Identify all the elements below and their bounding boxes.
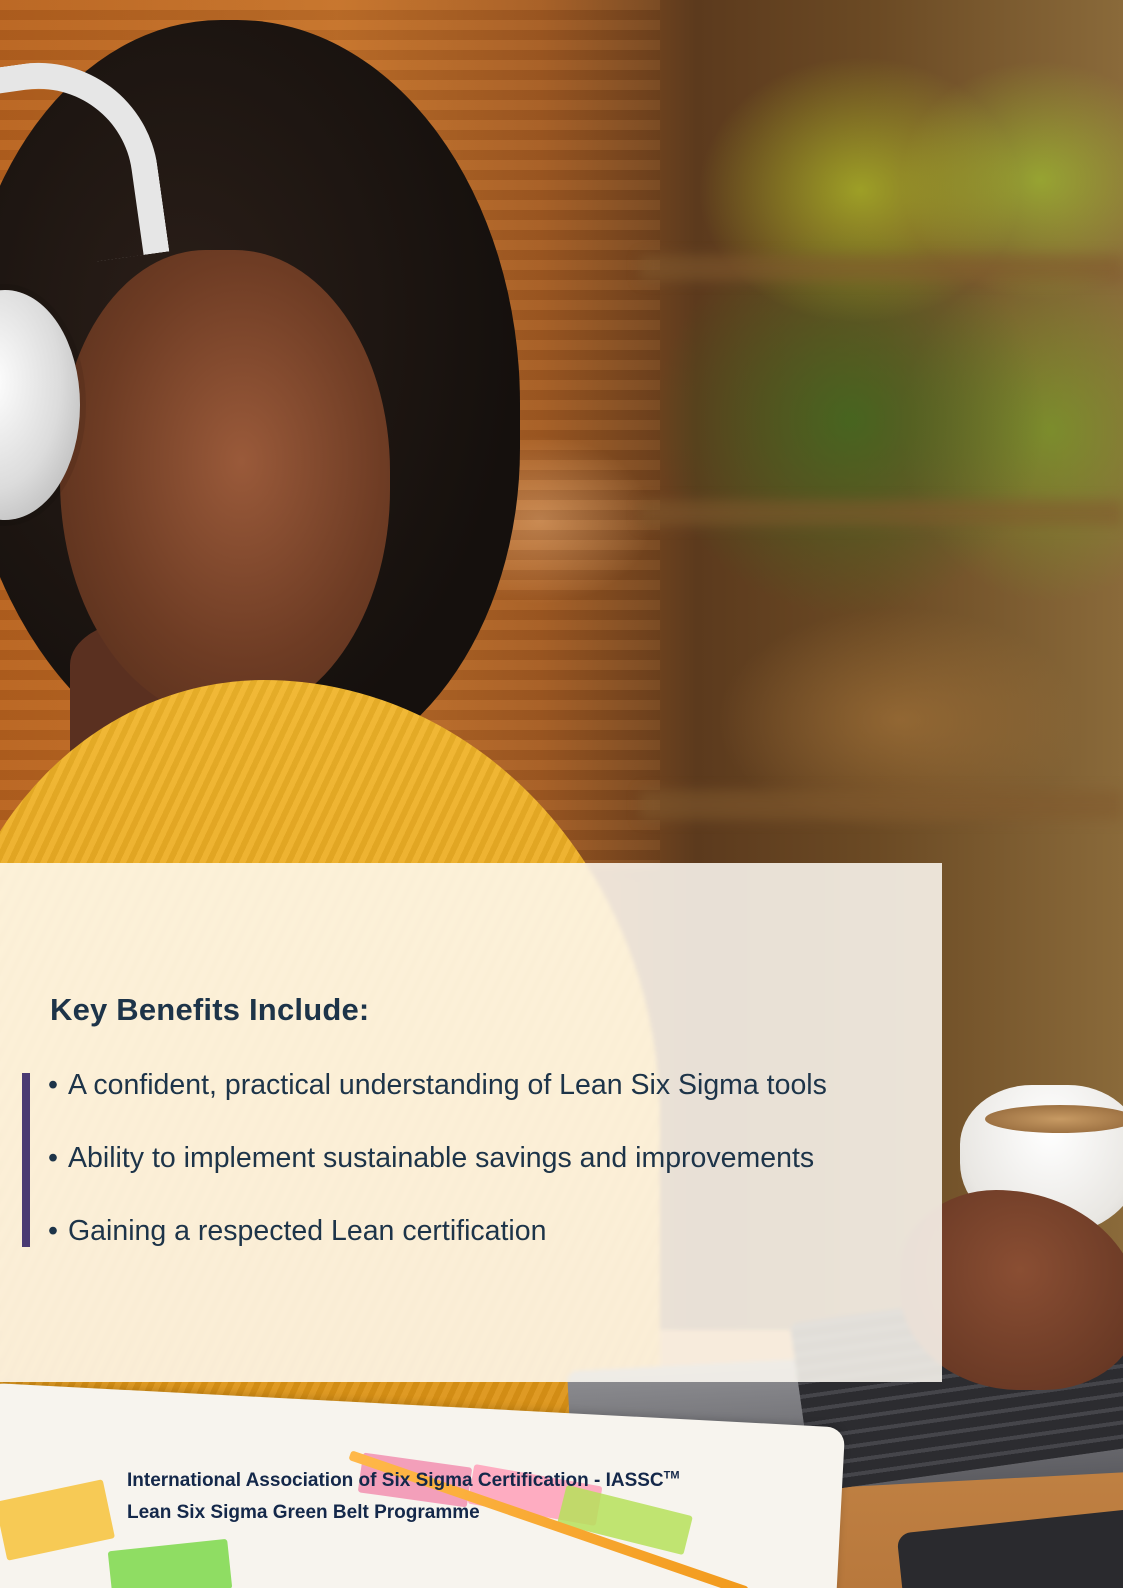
- footer-organization: International Association of Six Sigma C…: [127, 1465, 680, 1497]
- benefits-list: • A confident, practical understanding of…: [48, 1064, 827, 1283]
- coffee: [985, 1105, 1123, 1133]
- benefit-text: Gaining a respected Lean certification: [68, 1215, 547, 1247]
- panel-title: Key Benefits Include:: [50, 992, 370, 1027]
- list-item: • Gaining a respected Lean certification: [48, 1210, 827, 1283]
- list-item: • A confident, practical understanding of…: [48, 1064, 827, 1137]
- accent-bar: [22, 1073, 30, 1247]
- benefit-text: A confident, practical understanding of …: [68, 1069, 827, 1101]
- shelf: [640, 790, 1123, 820]
- organization-name: International Association of Six Sigma C…: [127, 1470, 664, 1491]
- bullet: •: [48, 1069, 58, 1101]
- trademark-mark: TM: [663, 1469, 680, 1482]
- shelf: [640, 500, 1123, 526]
- shelf: [640, 255, 1123, 281]
- list-item: • Ability to implement sustainable saving…: [48, 1137, 827, 1210]
- benefit-text: Ability to implement sustainable savings…: [68, 1142, 815, 1174]
- bullet: •: [48, 1142, 58, 1174]
- footer-programme: Lean Six Sigma Green Belt Programme: [127, 1502, 480, 1523]
- footer: International Association of Six Sigma C…: [127, 1465, 680, 1529]
- face: [60, 250, 390, 720]
- bullet: •: [48, 1215, 58, 1247]
